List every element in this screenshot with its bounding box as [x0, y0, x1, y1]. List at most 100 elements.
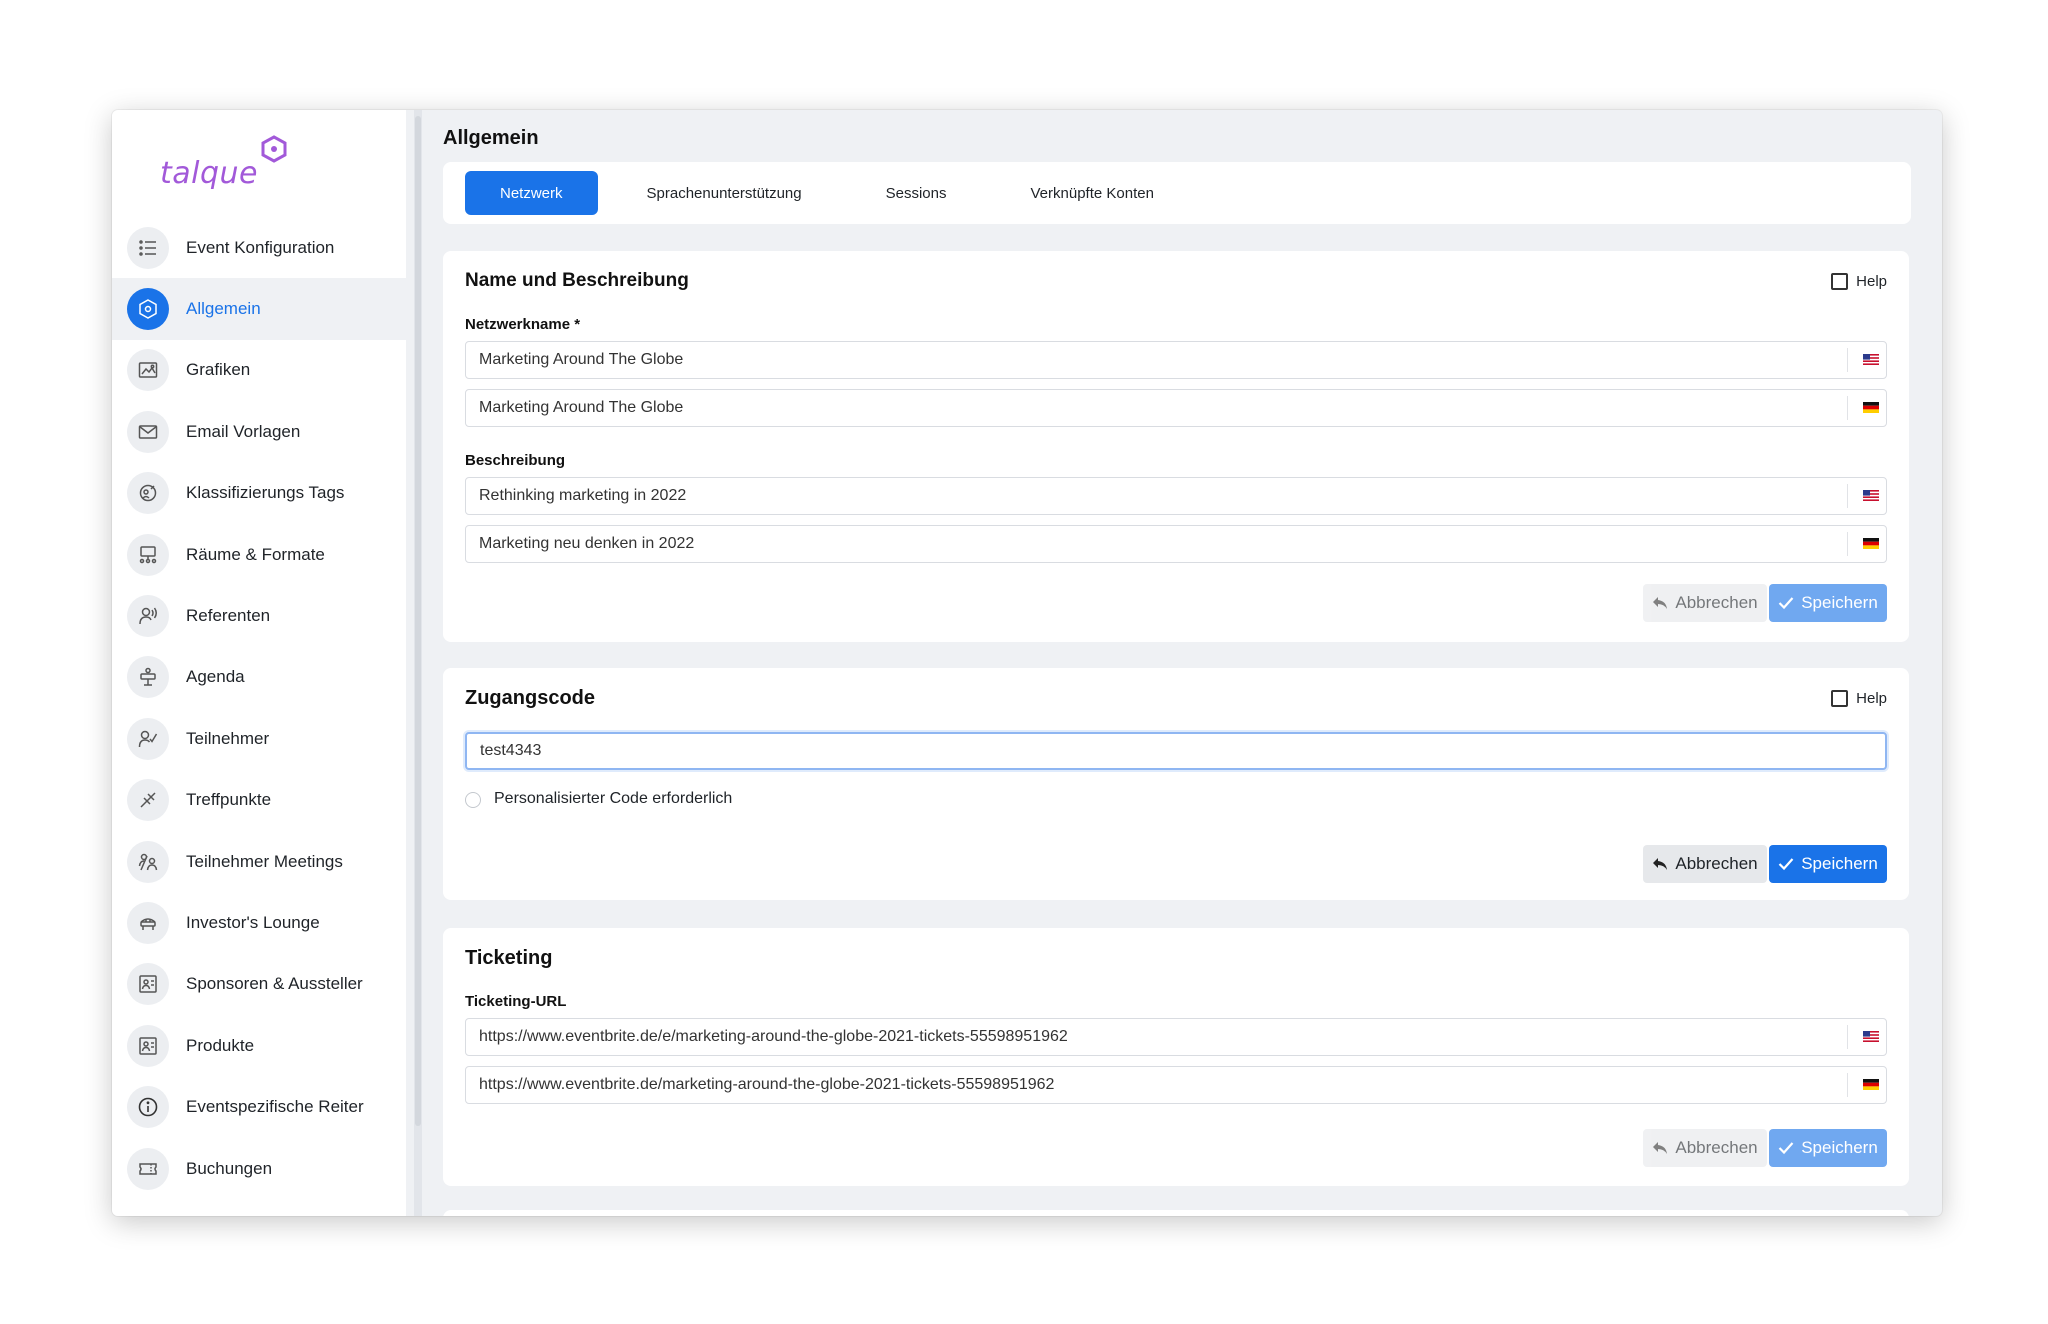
check-icon	[1778, 597, 1794, 610]
de-flag-icon[interactable]	[1863, 1079, 1879, 1090]
card-title: Name und Beschreibung	[465, 270, 689, 291]
sidebar-item-label: Teilnehmer Meetings	[186, 851, 343, 871]
us-flag-icon[interactable]	[1863, 354, 1879, 365]
meeting-point-icon	[127, 779, 169, 822]
sidebar-item-label: Referenten	[186, 606, 271, 626]
reply-arrow-icon	[1653, 858, 1668, 870]
sidebar-item-klassifizierungs-tags[interactable]: Klassifizierungs Tags	[112, 463, 406, 524]
sidebar-item-referenten[interactable]: Referenten	[112, 585, 406, 646]
ticketing-url-label: Ticketing-URL	[465, 993, 567, 1010]
logo[interactable]: talque	[160, 134, 288, 191]
sidebar-item-label: Klassifizierungs Tags	[186, 483, 345, 503]
save-button[interactable]: Speichern	[1769, 584, 1887, 622]
tab-netzwerk[interactable]: Netzwerk	[465, 171, 598, 215]
list-icon	[127, 226, 169, 269]
agenda-icon	[127, 656, 169, 699]
card-title: Zugangscode	[465, 687, 596, 709]
help-checkbox[interactable]	[1831, 690, 1849, 707]
lounge-icon	[127, 901, 169, 944]
us-flag-icon[interactable]	[1863, 1031, 1879, 1042]
card-title: Ticketing	[465, 947, 553, 969]
sidebar-scrollbar-thumb[interactable]	[415, 116, 421, 1126]
description-en-input[interactable]	[465, 477, 1887, 515]
sidebar-item-eventspezifische-reiter[interactable]: Eventspezifische Reiter	[112, 1076, 406, 1137]
sidebar-item-event-konfiguration[interactable]: Event Konfiguration	[112, 217, 406, 278]
help-label: Help	[1856, 690, 1887, 707]
sidebar-item-teilnehmer[interactable]: Teilnehmer	[112, 708, 406, 769]
network-name-label: Netzwerkname *	[465, 316, 581, 333]
name-description-card: Name und Beschreibung Help Netzwerkname …	[443, 251, 1909, 642]
sidebar-item-teilnehmer-meetings[interactable]: Teilnehmer Meetings	[112, 831, 406, 892]
cancel-label: Abbrechen	[1675, 593, 1758, 612]
sidebar-item-investors-lounge[interactable]: Investor's Lounge	[112, 892, 406, 953]
description-de-input[interactable]	[465, 525, 1887, 563]
sidebar-item-label: Allgemein	[186, 299, 261, 319]
sidebar-nav: Event Konfiguration Allgemein Grafiken E…	[112, 217, 406, 1199]
access-code-input[interactable]	[465, 732, 1887, 770]
divider	[1847, 1025, 1848, 1049]
sidebar-item-grafiken[interactable]: Grafiken	[112, 340, 406, 401]
sidebar-item-treffpunkte[interactable]: Treffpunkte	[112, 770, 406, 831]
sidebar-item-sponsoren-aussteller[interactable]: Sponsoren & Aussteller	[112, 954, 406, 1015]
personalized-code-label[interactable]: Personalisierter Code erforderlich	[494, 790, 732, 808]
sidebar-item-agenda[interactable]: Agenda	[112, 647, 406, 708]
sidebar-item-buchungen[interactable]: Buchungen	[112, 1138, 406, 1199]
divider	[1847, 484, 1848, 508]
sidebar-item-produkte[interactable]: Produkte	[112, 1015, 406, 1076]
sidebar-item-raeume-formate[interactable]: Räume & Formate	[112, 524, 406, 585]
logo-hex-icon	[261, 135, 287, 163]
network-name-de-input[interactable]	[465, 389, 1887, 427]
sidebar-item-label: Event Konfiguration	[186, 237, 335, 257]
sidebar-item-label: Agenda	[186, 667, 245, 687]
sidebar-item-label: Sponsoren & Aussteller	[186, 974, 363, 994]
sidebar-item-label: Teilnehmer	[186, 728, 270, 748]
ticketing-url-de-input[interactable]	[465, 1066, 1887, 1104]
de-flag-icon[interactable]	[1863, 402, 1879, 413]
cancel-button[interactable]: Abbrechen	[1643, 584, 1767, 622]
cancel-label: Abbrechen	[1675, 854, 1758, 873]
info-icon	[127, 1086, 169, 1129]
page-title: Allgemein	[443, 127, 539, 149]
tab-sprachenunterstuetzung[interactable]: Sprachenunterstützung	[612, 171, 837, 215]
help-toggle[interactable]: Help	[1831, 273, 1887, 290]
next-card-partial	[443, 1210, 1909, 1216]
us-flag-icon[interactable]	[1863, 490, 1879, 501]
sidebar-item-label: Räume & Formate	[186, 544, 325, 564]
save-button[interactable]: Speichern	[1769, 1129, 1887, 1167]
ticketing-card: Ticketing Ticketing-URL Abbrechen Speich…	[443, 928, 1909, 1186]
sidebar-item-allgemein[interactable]: Allgemein	[112, 278, 406, 340]
speaker-icon	[127, 595, 169, 638]
reply-arrow-icon	[1653, 597, 1668, 609]
save-label: Speichern	[1801, 854, 1878, 873]
divider	[1847, 348, 1848, 372]
divider	[1847, 396, 1848, 420]
tab-verknuepfte-konten[interactable]: Verknüpfte Konten	[996, 171, 1189, 215]
de-flag-icon[interactable]	[1863, 538, 1879, 549]
ticketing-url-en-input[interactable]	[465, 1018, 1887, 1056]
participant-icon	[127, 717, 169, 760]
access-code-card: Zugangscode Help Personalisierter Code e…	[443, 668, 1909, 900]
mail-icon	[127, 410, 169, 453]
sidebar-item-label: Eventspezifische Reiter	[186, 1097, 364, 1117]
rooms-icon	[127, 533, 169, 576]
help-toggle[interactable]: Help	[1831, 690, 1887, 707]
network-name-en-input[interactable]	[465, 341, 1887, 379]
main-content: Allgemein Netzwerk Sprachenunterstützung…	[422, 110, 1942, 1216]
sidebar-item-label: Treffpunkte	[186, 790, 272, 810]
sidebar-item-email-vorlagen[interactable]: Email Vorlagen	[112, 401, 406, 462]
product-icon	[127, 1024, 169, 1067]
cancel-button[interactable]: Abbrechen	[1643, 1129, 1767, 1167]
divider	[1847, 532, 1848, 556]
reply-arrow-icon	[1653, 1142, 1668, 1154]
sidebar-item-label: Grafiken	[186, 360, 251, 380]
cancel-button[interactable]: Abbrechen	[1643, 845, 1767, 883]
sidebar-item-label: Investor's Lounge	[186, 912, 320, 932]
help-checkbox[interactable]	[1831, 273, 1849, 290]
sidebar-item-label: Email Vorlagen	[186, 421, 301, 441]
help-label: Help	[1856, 273, 1887, 290]
personalized-code-radio[interactable]	[465, 792, 481, 808]
save-button[interactable]: Speichern	[1769, 845, 1887, 883]
tab-sessions[interactable]: Sessions	[851, 171, 982, 215]
app-window: talque Event Konfiguration Allgemein Gra…	[112, 110, 1942, 1216]
logo-text: talque	[160, 156, 258, 191]
